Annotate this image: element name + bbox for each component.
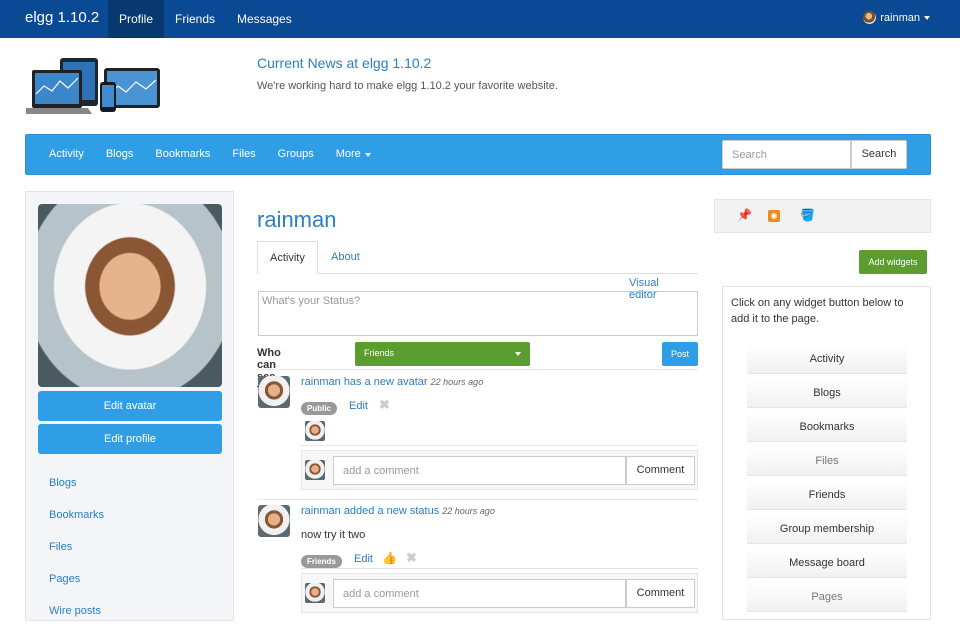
feed-avatar[interactable]	[258, 505, 290, 537]
divider	[257, 369, 698, 370]
edit-profile-button[interactable]: Edit profile	[38, 424, 222, 454]
owner-link-bookmarks[interactable]: Bookmarks	[49, 499, 104, 531]
feed-time: 22 hours ago	[442, 506, 495, 516]
widget-button[interactable]: Blogs	[747, 378, 907, 408]
menu-blogs[interactable]: Blogs	[95, 135, 145, 174]
comment-button[interactable]: Comment	[626, 456, 695, 485]
search-button[interactable]: Search	[851, 140, 907, 169]
comment-form: add a comment Comment	[301, 450, 698, 490]
edit-avatar-button[interactable]: Edit avatar	[38, 391, 222, 421]
post-button[interactable]: Post	[662, 342, 698, 366]
tab-activity[interactable]: Activity	[257, 241, 318, 274]
attachment-avatar[interactable]	[305, 421, 325, 441]
profile-avatar[interactable]	[38, 204, 222, 387]
divider	[301, 445, 698, 446]
edit-link[interactable]: Edit	[354, 553, 373, 565]
owner-link-pages[interactable]: Pages	[49, 563, 104, 595]
comment-input[interactable]: add a comment	[333, 579, 626, 608]
widget-button[interactable]: Group membership	[747, 514, 907, 544]
search-input[interactable]: Search	[722, 140, 851, 169]
menu-more-label: More	[335, 148, 361, 160]
access-select-value: Friends	[364, 348, 395, 358]
status-text: now try it two	[301, 529, 366, 541]
news-text: We're working hard to make elgg 1.10.2 y…	[257, 80, 558, 92]
widgets-panel: Click on any widget button below to add …	[722, 286, 931, 620]
comment-avatar	[305, 583, 325, 603]
divider	[257, 499, 698, 500]
comment-form: add a comment Comment	[301, 573, 698, 613]
news-title: Current News at elgg 1.10.2	[257, 55, 432, 71]
owner-link-files[interactable]: Files	[49, 531, 104, 563]
tab-about[interactable]: About	[319, 241, 372, 274]
user-avatar	[863, 11, 877, 24]
chevron-down-icon	[364, 152, 371, 157]
menu-files[interactable]: Files	[221, 135, 266, 174]
owner-link-blogs[interactable]: Blogs	[49, 467, 104, 499]
devices-illustration	[26, 58, 160, 114]
feed-action[interactable]: has a new avatar	[344, 376, 428, 388]
feed-time: 22 hours ago	[430, 377, 484, 387]
widgets-intro: Click on any widget button below to add …	[731, 297, 904, 325]
access-badge: Public	[301, 402, 338, 415]
widget-button[interactable]: Friends	[747, 480, 907, 510]
paint-bucket-icon[interactable]: 🪣	[800, 208, 815, 222]
widget-button[interactable]: Activity	[747, 344, 907, 374]
chevron-down-icon	[924, 15, 930, 20]
profile-tabs: Activity About	[257, 241, 698, 274]
pushpin-icon[interactable]: 📌	[737, 208, 752, 222]
feed-user-link[interactable]: rainman	[301, 376, 341, 388]
main-navbar: Activity Blogs Bookmarks Files Groups Mo…	[25, 134, 931, 175]
site-brand[interactable]: elgg 1.10.2	[25, 9, 99, 26]
page-title: rainman	[257, 207, 337, 232]
comment-avatar	[305, 460, 325, 480]
edit-link[interactable]: Edit	[349, 400, 368, 412]
owner-links: Blogs Bookmarks Files Pages Wire posts	[49, 467, 104, 627]
widget-button[interactable]: Message board	[747, 548, 907, 578]
feed-avatar[interactable]	[258, 376, 290, 408]
divider	[301, 568, 698, 569]
add-widgets-button[interactable]: Add widgets	[859, 250, 927, 274]
feed-action[interactable]: added a new status	[344, 505, 439, 517]
feed-user-link[interactable]: rainman	[301, 505, 341, 517]
rss-icon[interactable]: ◉	[768, 210, 780, 222]
topnav-messages[interactable]: Messages	[226, 0, 303, 38]
user-menu[interactable]: rainman	[863, 11, 930, 24]
chevron-down-icon	[515, 352, 521, 356]
page-tools: 📌 ◉ 🪣	[714, 199, 931, 233]
comment-input[interactable]: add a comment	[333, 456, 626, 485]
topnav-profile[interactable]: Profile	[108, 0, 165, 38]
thumbs-up-icon[interactable]: 👍	[382, 551, 397, 565]
comment-button[interactable]: Comment	[626, 579, 695, 608]
topnav-friends[interactable]: Friends	[164, 0, 226, 38]
menu-groups[interactable]: Groups	[267, 135, 325, 174]
site-menu: Activity Blogs Bookmarks Files Groups Mo…	[38, 135, 382, 174]
topbar: elgg 1.10.2 Profile Friends Messages rai…	[0, 0, 960, 38]
user-name: rainman	[880, 11, 920, 24]
delete-icon[interactable]: ✖	[379, 397, 390, 413]
widget-button[interactable]: Bookmarks	[747, 412, 907, 442]
owner-block: Edit avatar Edit profile Blogs Bookmarks…	[25, 191, 234, 621]
delete-icon[interactable]: ✖	[406, 550, 417, 566]
status-input[interactable]: What's your Status?	[258, 291, 698, 336]
widget-button[interactable]: Pages	[747, 582, 907, 612]
owner-link-wire-posts[interactable]: Wire posts	[49, 595, 104, 627]
top-nav: Profile Friends Messages	[108, 0, 303, 38]
access-select[interactable]: Friends	[355, 342, 530, 366]
widget-button[interactable]: Files	[747, 446, 907, 476]
access-badge: Friends	[301, 555, 342, 568]
menu-more[interactable]: More	[325, 135, 382, 174]
menu-activity[interactable]: Activity	[38, 135, 95, 174]
feed-item-summary: rainman added a new status 22 hours ago	[301, 505, 495, 517]
menu-bookmarks[interactable]: Bookmarks	[144, 135, 221, 174]
feed-item-summary: rainman has a new avatar 22 hours ago	[301, 376, 483, 388]
